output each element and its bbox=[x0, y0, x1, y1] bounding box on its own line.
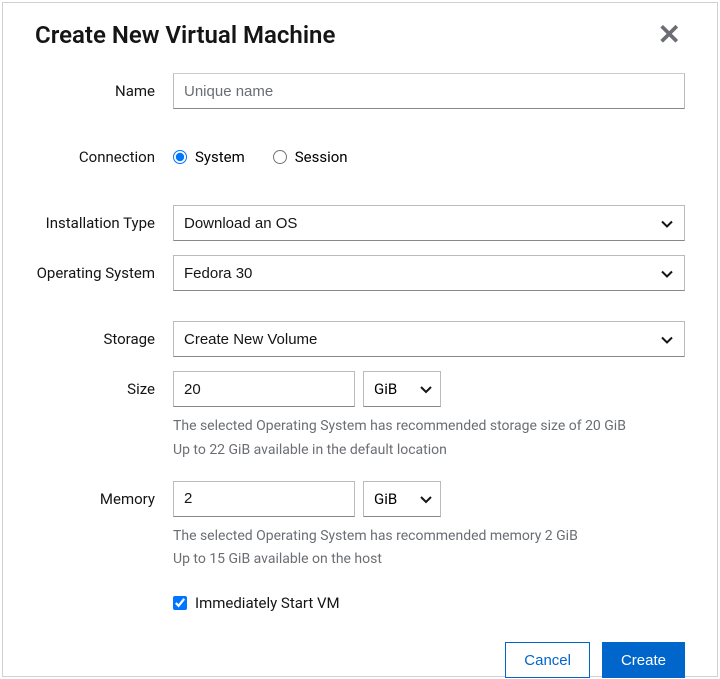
start-vm-label: Immediately Start VM bbox=[195, 594, 340, 612]
memory-help-1: The selected Operating System has recomm… bbox=[173, 525, 685, 549]
size-unit-value: GiB bbox=[374, 380, 397, 398]
storage-select[interactable]: Create New Volume bbox=[173, 321, 685, 357]
storage-label: Storage bbox=[35, 330, 173, 348]
radio-session-input[interactable] bbox=[273, 150, 287, 164]
row-install-type: Installation Type Download an OS bbox=[35, 205, 685, 241]
start-vm-checkbox[interactable] bbox=[173, 596, 187, 610]
dialog-title: Create New Virtual Machine bbox=[35, 21, 335, 49]
size-help-1: The selected Operating System has recomm… bbox=[173, 415, 685, 439]
row-storage: Storage Create New Volume bbox=[35, 321, 685, 357]
size-help: The selected Operating System has recomm… bbox=[173, 415, 685, 463]
install-type-value: Download an OS bbox=[184, 215, 297, 232]
os-value: Fedora 30 bbox=[184, 265, 252, 282]
os-label: Operating System bbox=[35, 264, 173, 282]
memory-label: Memory bbox=[35, 490, 173, 508]
storage-value: Create New Volume bbox=[184, 331, 317, 348]
row-memory: Memory GiB bbox=[35, 481, 685, 517]
radio-system-input[interactable] bbox=[173, 150, 187, 164]
row-start-vm: Immediately Start VM bbox=[173, 594, 685, 612]
create-button[interactable]: Create bbox=[602, 642, 685, 678]
caret-down-icon bbox=[420, 380, 432, 398]
close-button[interactable]: ✕ bbox=[654, 21, 685, 49]
create-vm-dialog: Create New Virtual Machine ✕ Name Connec… bbox=[2, 2, 718, 677]
name-input[interactable] bbox=[173, 73, 685, 109]
row-connection: Connection System Session bbox=[35, 139, 685, 175]
cancel-button[interactable]: Cancel bbox=[505, 642, 590, 678]
size-help-2: Up to 22 GiB available in the default lo… bbox=[173, 439, 685, 463]
dialog-footer: Cancel Create bbox=[35, 642, 685, 678]
dialog-header: Create New Virtual Machine ✕ bbox=[35, 21, 685, 49]
memory-help: The selected Operating System has recomm… bbox=[173, 525, 685, 573]
memory-input[interactable] bbox=[173, 481, 355, 517]
row-name: Name bbox=[35, 73, 685, 109]
radio-system[interactable]: System bbox=[173, 148, 245, 166]
radio-session[interactable]: Session bbox=[273, 148, 348, 166]
connection-label: Connection bbox=[35, 148, 173, 166]
memory-unit-value: GiB bbox=[374, 490, 397, 508]
radio-session-label: Session bbox=[295, 148, 348, 166]
os-select[interactable]: Fedora 30 bbox=[173, 255, 685, 291]
size-input[interactable] bbox=[173, 371, 355, 407]
install-type-label: Installation Type bbox=[35, 214, 173, 232]
row-size: Size GiB bbox=[35, 371, 685, 407]
radio-system-label: System bbox=[195, 148, 245, 166]
close-icon: ✕ bbox=[658, 19, 681, 50]
caret-down-icon bbox=[420, 490, 432, 508]
name-label: Name bbox=[35, 82, 173, 100]
install-type-select[interactable]: Download an OS bbox=[173, 205, 685, 241]
row-os: Operating System Fedora 30 bbox=[35, 255, 685, 291]
memory-help-2: Up to 15 GiB available on the host bbox=[173, 548, 685, 572]
memory-unit-select[interactable]: GiB bbox=[363, 481, 441, 517]
size-label: Size bbox=[35, 380, 173, 398]
size-unit-select[interactable]: GiB bbox=[363, 371, 441, 407]
